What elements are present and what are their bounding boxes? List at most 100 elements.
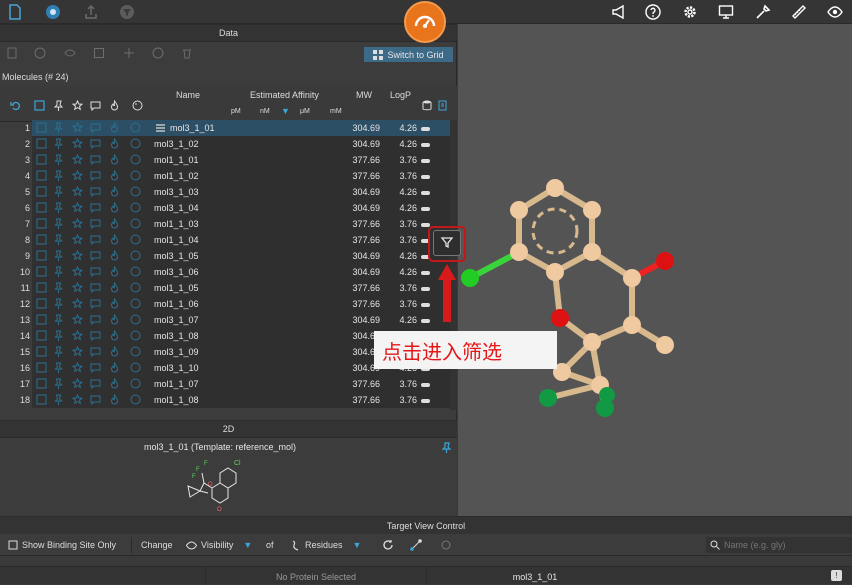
star-icon[interactable] xyxy=(72,298,83,309)
molecule-name[interactable]: mol1_1_05 xyxy=(154,283,199,293)
star-icon[interactable] xyxy=(72,154,83,165)
column-logp[interactable]: LogP xyxy=(390,90,411,100)
table-row[interactable]: 17 mol1_1_07 377.66 3.76 xyxy=(0,376,457,392)
star-icon[interactable] xyxy=(72,218,83,229)
table-row[interactable]: 3 mol1_1_01 377.66 3.76 xyxy=(0,152,457,168)
residue-search[interactable] xyxy=(706,537,852,553)
table-row[interactable]: 13 mol3_1_07 304.69 4.26 xyxy=(0,312,457,328)
select-checkbox[interactable] xyxy=(36,346,47,357)
select-all-checkbox[interactable] xyxy=(32,98,46,112)
comment-icon[interactable] xyxy=(90,138,101,149)
monitor-icon[interactable] xyxy=(717,3,735,21)
comment-icon[interactable] xyxy=(90,170,101,181)
star-icon[interactable] xyxy=(72,186,83,197)
table-row[interactable]: 1 mol3_1_01 304.69 4.26 xyxy=(0,120,457,136)
palette-icon[interactable] xyxy=(130,186,141,197)
molecule-name[interactable]: mol3_1_10 xyxy=(154,363,199,373)
comment-icon[interactable] xyxy=(90,346,101,357)
palette-column-icon[interactable] xyxy=(130,98,144,112)
flame-icon[interactable] xyxy=(109,202,120,213)
flame-column-icon[interactable] xyxy=(107,98,121,112)
view-icon[interactable] xyxy=(826,3,844,21)
database-icon[interactable] xyxy=(420,98,434,112)
star-icon[interactable] xyxy=(72,378,83,389)
comment-icon[interactable] xyxy=(90,186,101,197)
star-icon[interactable] xyxy=(72,234,83,245)
surface-icon[interactable] xyxy=(440,537,452,553)
comment-column-icon[interactable] xyxy=(88,98,102,112)
palette-icon[interactable] xyxy=(130,362,141,373)
molecule-name[interactable]: mol3_1_08 xyxy=(154,331,199,341)
unit-nm[interactable]: nM xyxy=(260,108,270,115)
comment-icon[interactable] xyxy=(90,362,101,373)
more-icon[interactable] xyxy=(33,46,47,60)
pin-icon[interactable] xyxy=(441,442,452,455)
help-icon[interactable] xyxy=(644,3,662,21)
column-settings-icon[interactable] xyxy=(436,98,450,112)
palette-icon[interactable] xyxy=(130,282,141,293)
comment-icon[interactable] xyxy=(90,378,101,389)
table-row[interactable]: 7 mol1_1_03 377.66 3.76 xyxy=(0,216,457,232)
comment-icon[interactable] xyxy=(90,282,101,293)
palette-icon[interactable] xyxy=(130,154,141,165)
flame-icon[interactable] xyxy=(109,170,120,181)
molecule-name[interactable]: mol3_1_03 xyxy=(154,187,199,197)
table-row[interactable]: 5 mol3_1_03 304.69 4.26 xyxy=(0,184,457,200)
palette-icon[interactable] xyxy=(130,266,141,277)
star-icon[interactable] xyxy=(72,202,83,213)
select-checkbox[interactable] xyxy=(36,378,47,389)
binding-site-toggle[interactable]: Show Binding Site Only xyxy=(8,537,116,553)
eye-icon[interactable] xyxy=(63,46,77,60)
molecule-name[interactable]: mol3_1_01 xyxy=(170,123,215,133)
select-checkbox[interactable] xyxy=(36,250,47,261)
star-icon[interactable] xyxy=(72,394,83,405)
select-checkbox[interactable] xyxy=(36,394,47,405)
palette-icon[interactable] xyxy=(130,138,141,149)
star-icon[interactable] xyxy=(72,282,83,293)
unit-pm[interactable]: pM xyxy=(231,108,241,115)
select-checkbox[interactable] xyxy=(36,266,47,277)
molecule-name[interactable]: mol3_1_06 xyxy=(154,267,199,277)
flame-icon[interactable] xyxy=(109,234,120,245)
pin-column-icon[interactable] xyxy=(51,98,65,112)
comment-icon[interactable] xyxy=(90,122,101,133)
comment-icon[interactable] xyxy=(90,154,101,165)
star-icon[interactable] xyxy=(72,266,83,277)
notification-icon[interactable]: ! xyxy=(831,570,842,581)
comment-icon[interactable] xyxy=(90,202,101,213)
trash-icon[interactable] xyxy=(180,46,194,60)
molecule-name[interactable]: mol3_1_04 xyxy=(154,203,199,213)
palette-icon[interactable] xyxy=(130,170,141,181)
star-icon[interactable] xyxy=(72,170,83,181)
table-row[interactable]: 11 mol1_1_05 377.66 3.76 xyxy=(0,280,457,296)
table-row[interactable]: 2 mol3_1_02 304.69 4.26 xyxy=(0,136,457,152)
select-checkbox[interactable] xyxy=(36,202,47,213)
flame-icon[interactable] xyxy=(109,346,120,357)
flame-icon[interactable] xyxy=(109,314,120,325)
sort-desc-icon[interactable]: ▼ xyxy=(281,106,290,116)
calculator-icon[interactable] xyxy=(5,46,19,60)
pin-icon[interactable] xyxy=(53,266,64,277)
comment-icon[interactable] xyxy=(90,394,101,405)
table-row[interactable]: 12 mol1_1_06 377.66 3.76 xyxy=(0,296,457,312)
filter-icon[interactable] xyxy=(118,3,136,21)
flame-icon[interactable] xyxy=(109,330,120,341)
palette-icon[interactable] xyxy=(130,298,141,309)
comment-icon[interactable] xyxy=(90,250,101,261)
select-checkbox[interactable] xyxy=(36,186,47,197)
select-checkbox[interactable] xyxy=(36,170,47,181)
unit-um[interactable]: μM xyxy=(300,108,310,115)
file-icon[interactable] xyxy=(6,3,24,21)
palette-icon[interactable] xyxy=(130,346,141,357)
pin-icon[interactable] xyxy=(53,122,64,133)
pin-icon[interactable] xyxy=(53,314,64,325)
switch-to-grid-button[interactable]: Switch to Grid xyxy=(364,47,453,62)
star-icon[interactable] xyxy=(72,122,83,133)
residues-dropdown[interactable]: Residues ▼ xyxy=(290,537,361,553)
star-icon[interactable] xyxy=(72,314,83,325)
column-affinity[interactable]: Estimated Affinity xyxy=(250,90,319,100)
comment-icon[interactable] xyxy=(90,330,101,341)
palette-icon[interactable] xyxy=(130,314,141,325)
visibility-dropdown[interactable]: Visibility ▼ xyxy=(186,537,252,553)
select-checkbox[interactable] xyxy=(36,362,47,373)
